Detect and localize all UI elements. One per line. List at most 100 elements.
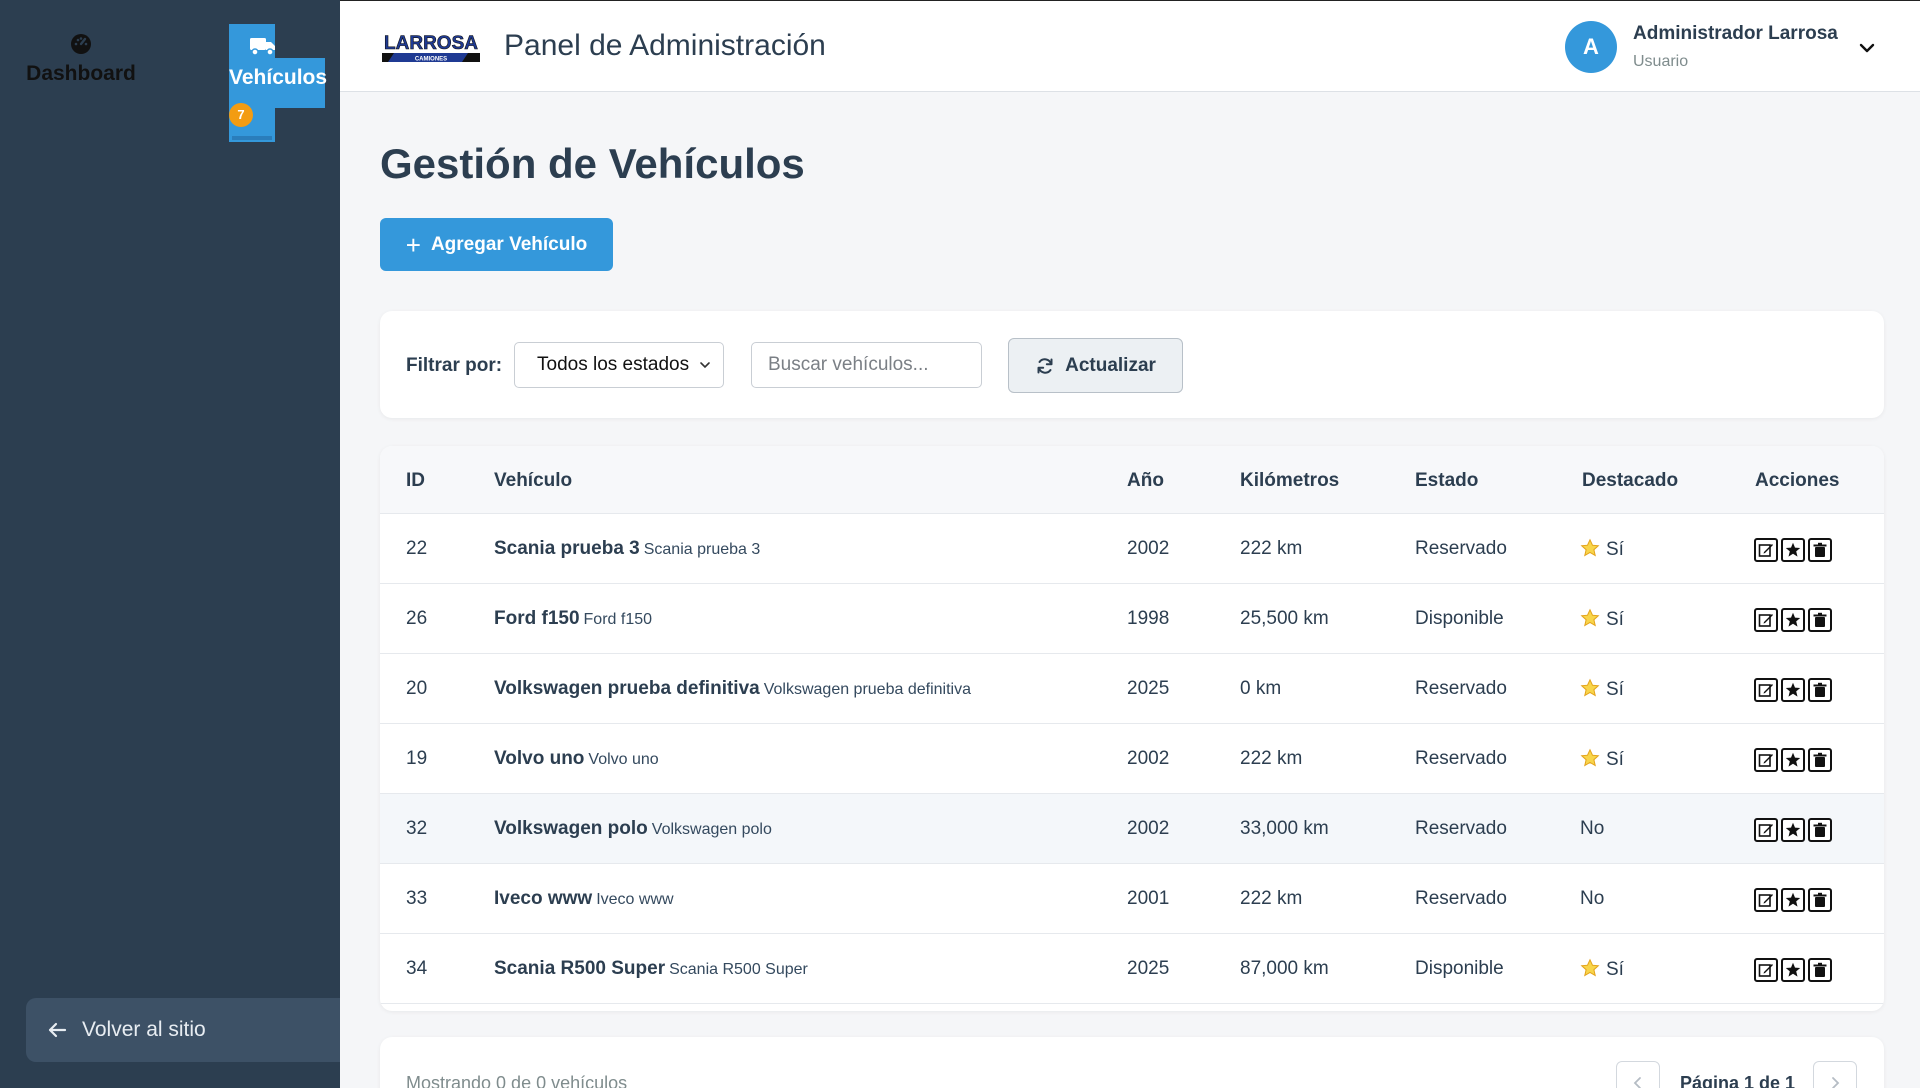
svg-text:CAMIONES: CAMIONES [415,57,447,63]
vehicle-name: Ford f150 [494,608,580,629]
delete-button[interactable] [1808,608,1832,632]
star-icon [1785,822,1801,838]
user-name: Administrador Larrosa [1633,23,1838,44]
column-header-km[interactable]: Kilómetros [1240,470,1339,492]
delete-button[interactable] [1808,958,1832,982]
vehicle-name: Iveco www [494,888,593,909]
toggle-featured-button[interactable] [1781,608,1805,632]
delete-button[interactable] [1808,678,1832,702]
column-header-status[interactable]: Estado [1415,470,1478,492]
vehicle-name: Scania R500 Super [494,958,666,979]
trash-icon [1812,682,1828,698]
star-icon [1785,542,1801,558]
cell-km: 222 km [1240,888,1303,909]
delete-button[interactable] [1808,888,1832,912]
chevron-left-icon [1633,1077,1641,1088]
vehicle-subtitle: Volkswagen prueba definitiva [763,681,971,698]
cell-featured: Sí [1580,748,1624,771]
cell-vehicle: Volvo uno Volvo uno [494,748,659,770]
trash-icon [1812,892,1828,908]
delete-button[interactable] [1808,538,1832,562]
featured-star-icon [1580,608,1600,627]
column-header-vehicle[interactable]: Vehículo [494,470,572,492]
chevron-down-icon[interactable] [1856,37,1878,59]
cell-featured: No [1580,888,1604,910]
table-header: ID Vehículo Año Kilómetros Estado Destac… [380,446,1884,514]
row-actions [1754,748,1832,772]
vehicle-name: Scania prueba 3 [494,538,640,559]
cell-id: 33 [406,888,428,909]
edit-button[interactable] [1754,818,1778,842]
cell-status: Reservado [1415,888,1507,909]
toggle-featured-button[interactable] [1781,748,1805,772]
column-header-featured[interactable]: Destacado [1582,470,1678,492]
column-header-actions: Acciones [1755,470,1840,491]
table-row[interactable]: 20 Volkswagen prueba definitiva Volkswagen… [380,654,1884,724]
toggle-featured-button[interactable] [1781,538,1805,562]
column-header-id[interactable]: ID [406,470,425,492]
star-icon [1785,682,1801,698]
filter-label: Filtrar por: [406,355,503,376]
cell-status: Disponible [1415,608,1504,629]
trash-icon [1812,612,1828,628]
arrow-left-icon [48,1022,67,1038]
cell-year: 1998 [1127,608,1170,629]
cell-status: Reservado [1415,538,1507,559]
edit-button[interactable] [1754,538,1778,562]
refresh-label: Actualizar [1065,354,1156,376]
refresh-button[interactable]: Actualizar [1008,338,1183,393]
row-actions [1754,888,1832,912]
edit-button[interactable] [1754,958,1778,982]
toggle-featured-button[interactable] [1781,888,1805,912]
cell-vehicle: Volkswagen prueba definitiva Volkswagen p… [494,678,971,700]
search-input[interactable] [751,342,982,388]
trash-icon [1812,752,1828,768]
edit-icon [1758,612,1774,628]
sidebar: Dashboard Vehículos 7 Volver al sitio [0,0,340,1088]
toggle-featured-button[interactable] [1781,958,1805,982]
column-header-year[interactable]: Año [1127,470,1164,492]
next-page-button[interactable] [1813,1061,1857,1088]
cell-id: 22 [406,538,428,559]
delete-button[interactable] [1808,818,1832,842]
vehicle-subtitle: Ford f150 [583,611,653,628]
table-row[interactable]: 22 Scania prueba 3 Scania prueba 3 2002 222 … [380,514,1884,584]
cell-vehicle: Iveco www Iveco www [494,888,674,910]
edit-button[interactable] [1754,608,1778,632]
edit-button[interactable] [1754,748,1778,772]
add-vehicle-button[interactable]: + Agregar Vehículo [380,218,613,271]
cell-id: 32 [406,818,428,839]
featured-text: Sí [1606,609,1624,630]
delete-button[interactable] [1808,748,1832,772]
status-filter-select[interactable]: Todos los estados [514,342,724,388]
table-row[interactable]: 26 Ford f150 Ford f150 1998 25,500 km Disponi… [380,584,1884,654]
edit-button[interactable] [1754,678,1778,702]
nav-vehicles[interactable]: Vehículos 7 [229,24,327,142]
cell-featured: Sí [1580,958,1624,981]
featured-text: Sí [1606,679,1624,700]
back-to-site-button[interactable]: Volver al sitio [26,998,340,1062]
refresh-icon [1037,357,1053,374]
toggle-featured-button[interactable] [1781,678,1805,702]
previous-page-button[interactable] [1616,1061,1660,1088]
edit-button[interactable] [1754,888,1778,912]
cell-featured: Sí [1580,608,1624,631]
vehicle-name: Volkswagen polo [494,818,648,839]
results-count: Mostrando 0 de 0 vehículos [406,1073,628,1088]
cell-status: Reservado [1415,818,1507,839]
filter-bar: Filtrar por: Todos los estados Actualiza… [380,311,1884,418]
table-row[interactable]: 19 Volvo uno Volvo uno 2002 222 km Reservado S… [380,724,1884,794]
trash-icon [1812,542,1828,558]
avatar[interactable]: A [1565,21,1617,73]
nav-dashboard[interactable]: Dashboard [26,32,136,86]
table-row[interactable]: 33 Iveco www Iveco www 2001 222 km Reservado N… [380,864,1884,934]
toggle-featured-button[interactable] [1781,818,1805,842]
top-header: LARROSA CAMIONES Panel de Administración… [340,0,1920,92]
page-indicator: Página 1 de 1 [1680,1073,1796,1088]
row-actions [1754,958,1832,982]
table-row[interactable]: 32 Volkswagen polo Volkswagen polo 2002 33,0… [380,794,1884,864]
table-row[interactable]: 34 Scania R500 Super Scania R500 Super 2025… [380,934,1884,1004]
nav-dashboard-label: Dashboard [26,62,136,85]
cell-id: 34 [406,958,428,979]
add-vehicle-label: Agregar Vehículo [430,233,588,255]
